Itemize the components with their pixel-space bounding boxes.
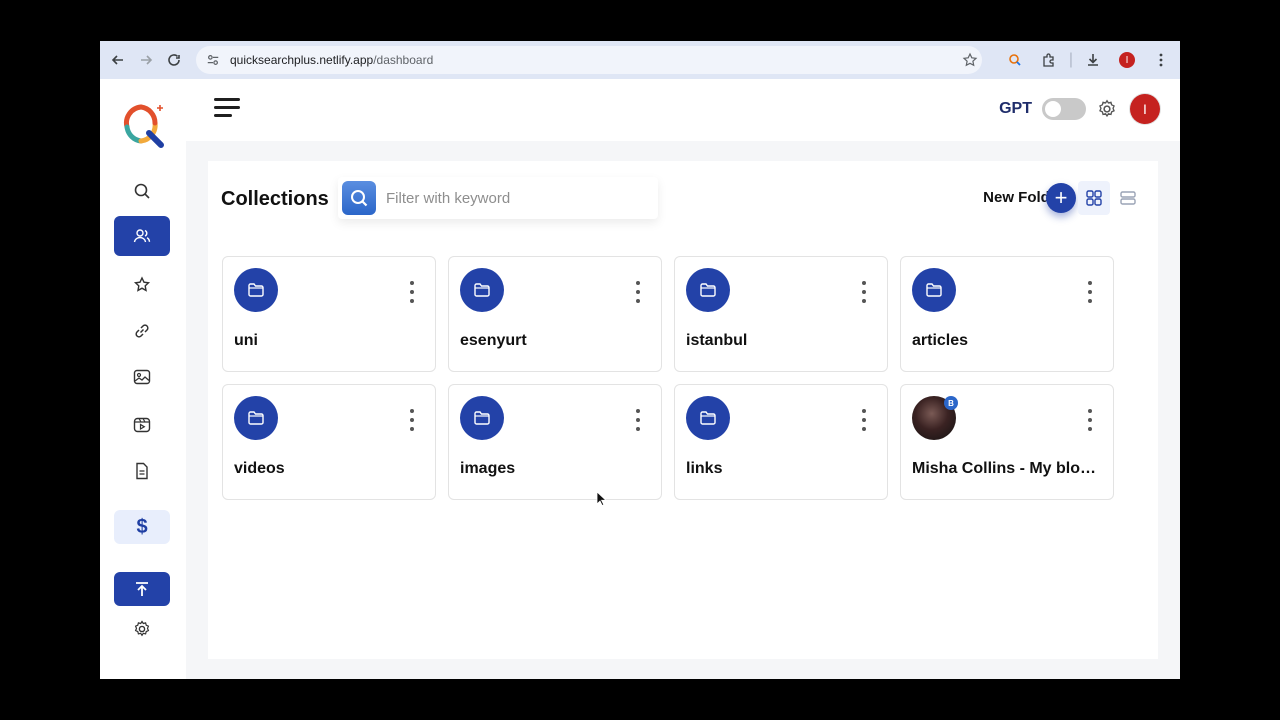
video-card[interactable]: B Misha Collins - My bloo... [900,384,1114,500]
source-badge: B [944,396,958,410]
toggle-knob [1045,101,1061,117]
browser-window: quicksearchplus.netlify.app/dashboard | … [100,41,1180,679]
browser-menu-icon[interactable] [1148,46,1174,74]
add-folder-button[interactable]: + [1046,183,1076,213]
grid-icon [1086,190,1102,206]
search-icon [134,183,150,199]
folder-name: links [686,460,723,477]
sidebar-item-documents[interactable] [114,451,170,491]
search-extension-icon[interactable] [1002,46,1028,74]
app-logo[interactable] [119,101,167,149]
users-icon [133,229,151,243]
user-avatar[interactable]: I [1130,94,1160,124]
list-icon [1120,191,1136,205]
document-icon [136,462,148,480]
address-bar[interactable]: quicksearchplus.netlify.app/dashboard [196,46,982,74]
bookmark-star-icon[interactable] [962,52,978,68]
sidebar-item-collections[interactable] [114,216,170,256]
back-icon[interactable] [104,46,132,74]
browser-toolbar: quicksearchplus.netlify.app/dashboard | … [100,41,1180,79]
search-button[interactable] [342,181,376,215]
gear-icon [134,620,150,637]
folder-icon [686,268,730,312]
download-icon[interactable] [1080,46,1106,74]
gpt-toggle[interactable] [1042,98,1086,120]
profile-icon[interactable]: I [1114,46,1140,74]
folder-card[interactable]: esenyurt [448,256,662,372]
reload-icon[interactable] [160,46,188,74]
folder-name: uni [234,332,258,349]
more-options-icon[interactable] [1087,281,1093,303]
filter-keyword-input[interactable] [384,188,648,208]
folder-icon [234,396,278,440]
more-options-icon[interactable] [409,281,415,303]
url-text[interactable]: quicksearchplus.netlify.app/dashboard [230,53,433,67]
folder-icon [460,268,504,312]
profile-initial: I [1119,52,1135,68]
folder-card[interactable]: links [674,384,888,500]
search-icon [351,190,368,207]
collections-panel: Collections New Folder + uni [208,161,1158,659]
settings-gear-icon[interactable] [1096,98,1118,120]
folder-name: istanbul [686,332,748,349]
folder-card[interactable]: uni [222,256,436,372]
folder-name: esenyurt [460,332,527,349]
sparkle-star-icon [133,276,151,292]
header-controls: GPT I [999,94,1160,124]
sidebar-item-upload[interactable] [114,572,170,606]
list-view-button[interactable] [1112,181,1144,215]
sidebar-item-links[interactable] [114,311,170,351]
page-title: Collections [221,188,329,210]
folder-card[interactable]: videos [222,384,436,500]
sidebar-item-settings[interactable] [114,609,170,649]
folder-name: articles [912,332,969,349]
filter-search-box [338,177,658,219]
folder-card[interactable]: images [448,384,662,500]
forward-icon[interactable] [132,46,160,74]
folder-icon [686,396,730,440]
more-options-icon[interactable] [1087,409,1093,431]
app-root: $ GPT I Collections Filter with keyword … [100,79,1180,679]
sidebar-item-search[interactable] [114,171,170,211]
folder-icon [234,268,278,312]
folder-icon [460,396,504,440]
gpt-label: GPT [999,100,1032,117]
menu-toggle-icon[interactable] [214,98,240,120]
video-icon [133,417,151,433]
folder-card[interactable]: articles [900,256,1114,372]
image-icon [133,369,151,385]
folder-icon [912,268,956,312]
mouse-cursor-icon [596,491,608,507]
sidebar-item-videos[interactable] [114,405,170,445]
sidebar: $ [100,79,185,679]
video-title: Misha Collins - My bloo... [912,460,1102,477]
more-options-icon[interactable] [635,281,641,303]
more-options-icon[interactable] [861,409,867,431]
link-icon [135,324,149,338]
sidebar-item-pricing[interactable]: $ [114,510,170,544]
more-options-icon[interactable] [861,281,867,303]
more-options-icon[interactable] [409,409,415,431]
more-options-icon[interactable] [635,409,641,431]
dollar-icon: $ [136,515,148,538]
sidebar-item-images[interactable] [114,357,170,397]
sidebar-item-ai[interactable] [114,265,170,305]
upload-icon [136,582,148,596]
folder-name: images [460,460,516,477]
toolbar-divider: | [1068,51,1074,68]
grid-view-button[interactable] [1078,181,1110,215]
folder-card[interactable]: istanbul [674,256,888,372]
folder-name: videos [234,460,285,477]
extensions-puzzle-icon[interactable] [1036,46,1062,74]
site-settings-icon[interactable] [206,53,220,67]
